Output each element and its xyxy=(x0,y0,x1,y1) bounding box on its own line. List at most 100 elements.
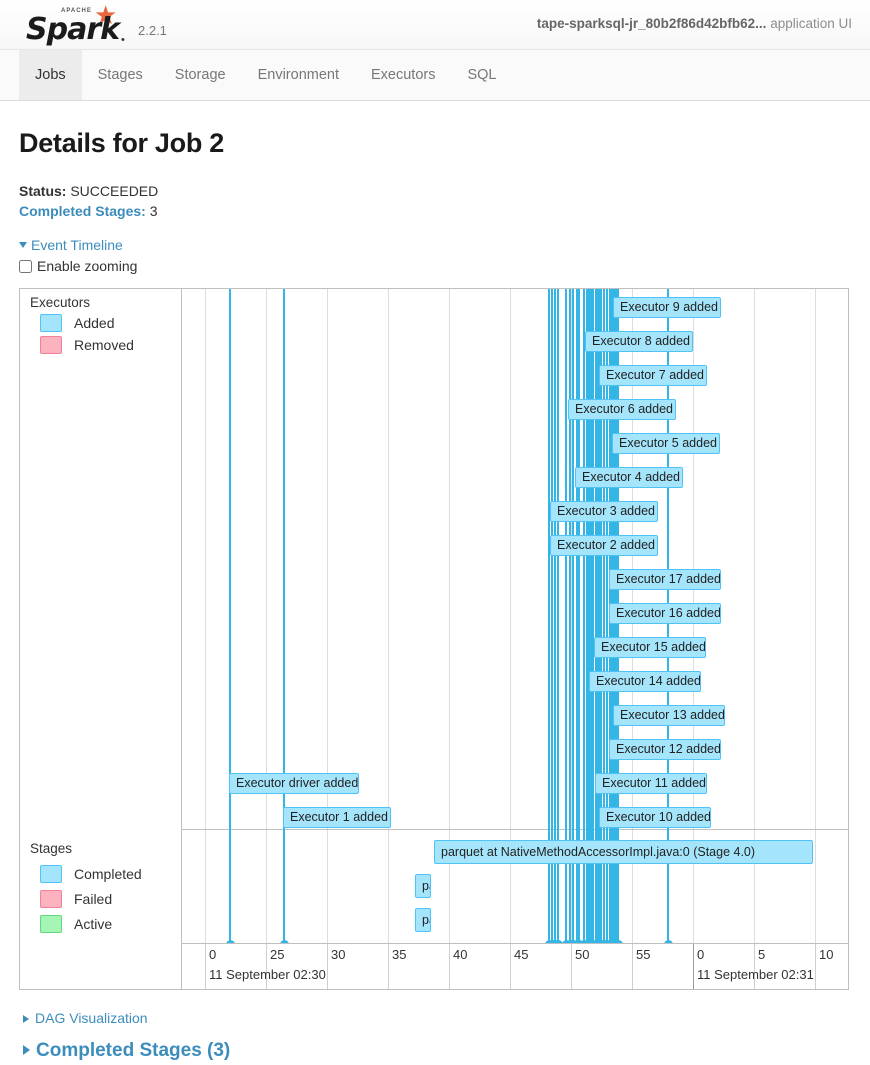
event-timeline-label[interactable]: Event Timeline xyxy=(31,237,123,253)
trademark-dot: • xyxy=(121,34,125,46)
executor-event-label[interactable]: Executor 12 added xyxy=(609,739,721,760)
axis-tick-label: 40 xyxy=(449,947,467,962)
caret-right-icon xyxy=(23,1015,29,1023)
status-value: SUCCEEDED xyxy=(70,183,158,199)
executor-event-label[interactable]: Executor 14 added xyxy=(589,671,701,692)
spark-version: 2.2.1 xyxy=(138,23,167,44)
legend-label-removed: Removed xyxy=(74,337,134,353)
event-timeline-chart[interactable]: Executors Added Removed Stages Completed… xyxy=(19,288,849,990)
gridline xyxy=(266,289,267,989)
active-swatch-icon xyxy=(40,915,62,933)
executor-event-label[interactable]: Executor 3 added xyxy=(550,501,658,522)
axis-date-label: 11 September 02:30 xyxy=(205,967,326,982)
axis-tick-label: 0 xyxy=(205,947,216,962)
application-title: tape-sparksql-jr_80b2f86d42bfb62... appl… xyxy=(537,16,852,31)
gridline xyxy=(510,289,511,989)
failed-swatch-icon xyxy=(40,890,62,908)
executors-legend-title: Executors xyxy=(20,289,181,310)
tab-executors[interactable]: Executors xyxy=(355,50,451,100)
legend-label-failed: Failed xyxy=(74,891,112,907)
event-line xyxy=(229,289,231,945)
completed-stages-value: 3 xyxy=(150,203,158,219)
enable-zooming-label: Enable zooming xyxy=(37,258,137,274)
stage-bar[interactable]: pa xyxy=(415,908,431,932)
axis-tick-label: 5 xyxy=(754,947,765,962)
legend-item-removed: Removed xyxy=(20,332,181,354)
main-nav-tabs: Jobs Stages Storage Environment Executor… xyxy=(0,50,870,101)
executor-event-label[interactable]: Executor 7 added xyxy=(599,365,707,386)
completed-swatch-icon xyxy=(40,865,62,883)
axis-tick-label: 25 xyxy=(266,947,284,962)
gridline xyxy=(388,289,389,989)
legend-item-added: Added xyxy=(20,310,181,332)
enable-zooming-checkbox[interactable] xyxy=(19,260,32,273)
caret-right-big-icon xyxy=(23,1045,30,1055)
event-timeline-toggle[interactable]: Event Timeline xyxy=(19,237,851,253)
legend-item-active: Active xyxy=(20,911,112,933)
executor-event-label[interactable]: Executor 16 added xyxy=(609,603,721,624)
added-swatch-icon xyxy=(40,314,62,332)
legend-label-active: Active xyxy=(74,916,112,932)
legend-item-completed: Completed xyxy=(20,861,142,883)
navbar: APACHE ★ Spark • 2.2.1 tape-sparksql-jr_… xyxy=(0,0,870,50)
spark-logo-icon: APACHE ★ Spark • xyxy=(26,4,130,44)
timeline-legend-column: Executors Added Removed Stages Completed… xyxy=(20,289,182,989)
axis-tick-label: 0 xyxy=(693,947,704,962)
axis-tick-label: 10 xyxy=(815,947,833,962)
gridline xyxy=(205,289,206,989)
removed-swatch-icon xyxy=(40,336,62,354)
axis-tick-label: 50 xyxy=(571,947,589,962)
enable-zooming-row[interactable]: Enable zooming xyxy=(19,258,851,274)
axis-date-label: 11 September 02:31 xyxy=(693,967,814,982)
executor-event-label[interactable]: Executor 9 added xyxy=(613,297,721,318)
stages-legend-title: Stages xyxy=(20,835,72,856)
footer-links: DAG Visualization Completed Stages (3) xyxy=(19,1010,851,1062)
axis-tick-label: 30 xyxy=(327,947,345,962)
tab-storage[interactable]: Storage xyxy=(159,50,242,100)
application-name: tape-sparksql-jr_80b2f86d42bfb62... xyxy=(537,16,767,31)
executor-event-label[interactable]: Executor 15 added xyxy=(594,637,706,658)
executor-event-label[interactable]: Executor 10 added xyxy=(599,807,711,828)
status-label: Status: xyxy=(19,183,66,199)
tab-stages[interactable]: Stages xyxy=(82,50,159,100)
completed-stages-label[interactable]: Completed Stages: xyxy=(19,203,146,219)
caret-down-icon xyxy=(19,242,27,248)
stage-bar[interactable]: parquet at NativeMethodAccessorImpl.java… xyxy=(434,840,813,864)
spark-wordmark: Spark xyxy=(26,12,119,47)
gridline xyxy=(815,289,816,989)
executor-event-label[interactable]: Executor 4 added xyxy=(575,467,683,488)
executor-event-label[interactable]: Executor 2 added xyxy=(550,535,658,556)
tab-jobs[interactable]: Jobs xyxy=(19,50,82,100)
status-row: Status: SUCCEEDED xyxy=(19,181,851,201)
executor-event-label[interactable]: Executor 5 added xyxy=(612,433,720,454)
executor-event-label[interactable]: Executor 13 added xyxy=(613,705,725,726)
legend-label-completed: Completed xyxy=(74,866,142,882)
timeline-axis: 0253035404550550510 11 September 02:3011… xyxy=(182,943,849,989)
executor-event-label[interactable]: Executor 17 added xyxy=(609,569,721,590)
brand-logo[interactable]: APACHE ★ Spark • 2.2.1 xyxy=(26,4,167,44)
gridline xyxy=(754,289,755,989)
gridline xyxy=(449,289,450,989)
executor-event-label[interactable]: Executor 11 added xyxy=(595,773,707,794)
axis-tick-label: 35 xyxy=(388,947,406,962)
legend-label-added: Added xyxy=(74,315,114,331)
executor-event-label[interactable]: Executor 8 added xyxy=(585,331,693,352)
tab-environment[interactable]: Environment xyxy=(242,50,355,100)
executor-event-label[interactable]: Executor driver added xyxy=(229,773,359,794)
page-title: Details for Job 2 xyxy=(19,128,851,159)
completed-stages-row: Completed Stages: 3 xyxy=(19,201,851,221)
dag-visualization-toggle[interactable]: DAG Visualization xyxy=(19,1010,851,1026)
timeline-plot-area[interactable]: Executor 9 added Executor 8 added Executor… xyxy=(182,289,849,989)
tab-sql[interactable]: SQL xyxy=(451,50,512,100)
gridline xyxy=(327,289,328,989)
page-content: Details for Job 2 Status: SUCCEEDED Comp… xyxy=(0,128,870,1062)
event-line xyxy=(283,289,285,945)
executor-event-label[interactable]: Executor 1 added xyxy=(283,807,391,828)
dag-visualization-label[interactable]: DAG Visualization xyxy=(35,1010,148,1026)
stage-bar[interactable]: pa xyxy=(415,874,431,898)
axis-tick-label: 45 xyxy=(510,947,528,962)
completed-stages-section-label[interactable]: Completed Stages (3) xyxy=(36,1040,230,1061)
executor-event-label[interactable]: Executor 6 added xyxy=(568,399,676,420)
legend-item-failed: Failed xyxy=(20,886,112,908)
completed-stages-toggle[interactable]: Completed Stages (3) xyxy=(19,1040,851,1062)
